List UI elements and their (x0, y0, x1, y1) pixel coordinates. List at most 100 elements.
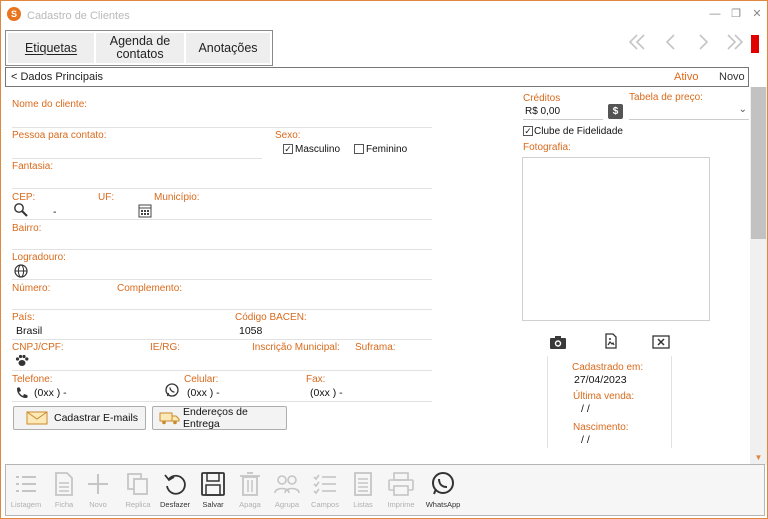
desfazer-button[interactable]: Desfazer (155, 469, 195, 515)
pais-label: País: (12, 312, 35, 323)
agrupa-button[interactable]: Agrupa (267, 469, 307, 515)
tabela-preco-select[interactable]: ⌄ (629, 102, 749, 120)
search-icon[interactable] (13, 202, 29, 218)
ultima-venda-label: Última venda: (573, 391, 635, 402)
doc-list-icon (354, 472, 372, 496)
tab-label: Etiquetas (24, 40, 78, 55)
email-icon (26, 411, 48, 425)
celular-value[interactable]: (0xx ) - (187, 387, 220, 399)
list-icon (16, 476, 36, 492)
tab-agenda-contatos[interactable]: Agenda de contatos (96, 33, 184, 63)
creditos-label: Créditos (523, 93, 561, 104)
photo-box[interactable] (522, 157, 710, 321)
group-icon (274, 475, 300, 494)
cep-value[interactable]: - (53, 206, 57, 218)
toolbar-label: Imprime (387, 500, 415, 509)
window-title: Cadastro de Clientes (27, 10, 130, 22)
section-header[interactable]: < Dados Principais Ativo Novo (5, 67, 749, 87)
whatsapp-icon (165, 383, 179, 397)
dollar-button[interactable]: $ (608, 104, 623, 119)
title-bar: S Cadastro de Clientes — ❐ ✕ (1, 1, 767, 29)
listagem-button[interactable]: Listagem (6, 469, 46, 515)
paw-icon[interactable] (14, 352, 30, 368)
uf-label: UF: (98, 192, 115, 203)
window: S Cadastro de Clientes — ❐ ✕ Etiquetas A… (0, 0, 768, 519)
cadastrado-value: 27/04/2023 (574, 374, 627, 386)
section-title[interactable]: < Dados Principais (11, 71, 103, 83)
nome-field[interactable] (12, 127, 432, 128)
cep-field[interactable] (12, 219, 432, 220)
first-record-icon[interactable] (627, 33, 647, 53)
campos-button[interactable]: Campos (305, 469, 345, 515)
fotografia-label: Fotografia: (523, 142, 571, 153)
contato-label: Pessoa para contato: (12, 130, 107, 141)
divider (547, 356, 548, 448)
close-button[interactable]: ✕ (747, 5, 767, 23)
calendar-icon[interactable] (137, 203, 153, 219)
celular-label: Celular: (184, 374, 219, 385)
checklist-icon (313, 474, 336, 495)
bacen-value[interactable]: 1058 (239, 325, 262, 337)
globe-icon[interactable] (13, 263, 29, 279)
apaga-button[interactable]: Apaga (230, 469, 270, 515)
feminino-label: Feminino (366, 144, 408, 155)
nascimento-value[interactable]: / / (581, 434, 590, 446)
toolbar-label: Desfazer (159, 500, 190, 509)
cadastrar-emails-button[interactable]: Cadastrar E-mails (13, 406, 146, 430)
replica-button[interactable]: Replica (118, 469, 158, 515)
numero-field[interactable] (12, 309, 432, 310)
nome-label: Nome do cliente: (12, 99, 88, 110)
pais-field[interactable] (12, 339, 432, 340)
previous-record-icon[interactable] (663, 33, 677, 53)
camera-icon[interactable] (549, 334, 567, 350)
clube-fidelidade-checkbox[interactable]: ✓ (523, 126, 533, 136)
sexo-label: Sexo: (275, 130, 301, 141)
whatsapp-button[interactable]: WhatsApp (423, 469, 463, 515)
last-record-icon[interactable] (725, 33, 745, 53)
imprime-button[interactable]: Imprime (381, 469, 421, 515)
whatsapp-icon (432, 472, 454, 495)
tab-label: Anotações (198, 40, 258, 55)
masculino-checkbox[interactable]: ✓ (283, 144, 293, 154)
contato-field[interactable] (12, 158, 262, 159)
logradouro-field[interactable] (12, 279, 432, 280)
salvar-button[interactable]: Salvar (193, 469, 233, 515)
suframa-label: Suframa: (355, 342, 396, 353)
scrollbar-thumb[interactable] (751, 87, 766, 239)
fax-value[interactable]: (0xx ) - (310, 387, 343, 399)
logradouro-label: Logradouro: (12, 252, 66, 263)
enderecos-entrega-button[interactable]: Endereços de Entrega (152, 406, 287, 430)
fantasia-field[interactable] (12, 188, 432, 189)
numero-label: Número: (12, 283, 51, 294)
novo-button[interactable]: Novo (78, 469, 118, 515)
creditos-value[interactable]: R$ 0,00 (525, 106, 560, 117)
cnpj-field[interactable] (12, 370, 432, 371)
bacen-label: Código BACEN: (235, 312, 307, 323)
next-record-icon[interactable] (697, 33, 711, 53)
tab-anotacoes[interactable]: Anotações (186, 33, 270, 63)
minimize-button[interactable]: — (705, 5, 725, 23)
maximize-button[interactable]: ❐ (726, 5, 746, 23)
pais-value[interactable]: Brasil (16, 325, 42, 337)
feminino-checkbox[interactable] (354, 144, 364, 154)
complemento-label: Complemento: (117, 283, 183, 294)
vertical-scrollbar[interactable]: ▼ (750, 87, 767, 465)
file-icon (55, 472, 73, 496)
telefone-value[interactable]: (0xx ) - (34, 387, 67, 399)
listas-button[interactable]: Listas (343, 469, 383, 515)
municipio-label: Município: (154, 192, 200, 203)
clube-fidelidade-label: Clube de Fidelidade (534, 126, 623, 137)
plus-icon (88, 474, 108, 494)
button-label: Cadastrar E-mails (54, 412, 139, 424)
toolbar-label: WhatsApp (425, 500, 461, 509)
fantasia-label: Fantasia: (12, 161, 54, 172)
image-file-icon[interactable] (603, 333, 619, 349)
bairro-label: Bairro: (12, 223, 42, 234)
phone-field[interactable] (12, 401, 432, 402)
masculino-label: Masculino (295, 144, 341, 155)
bairro-field[interactable] (12, 249, 432, 250)
inscricao-label: Inscrição Municipal: (252, 342, 340, 353)
toolbar-label: Novo (89, 500, 107, 509)
remove-photo-icon[interactable] (652, 334, 670, 350)
tab-etiquetas[interactable]: Etiquetas (8, 33, 94, 63)
